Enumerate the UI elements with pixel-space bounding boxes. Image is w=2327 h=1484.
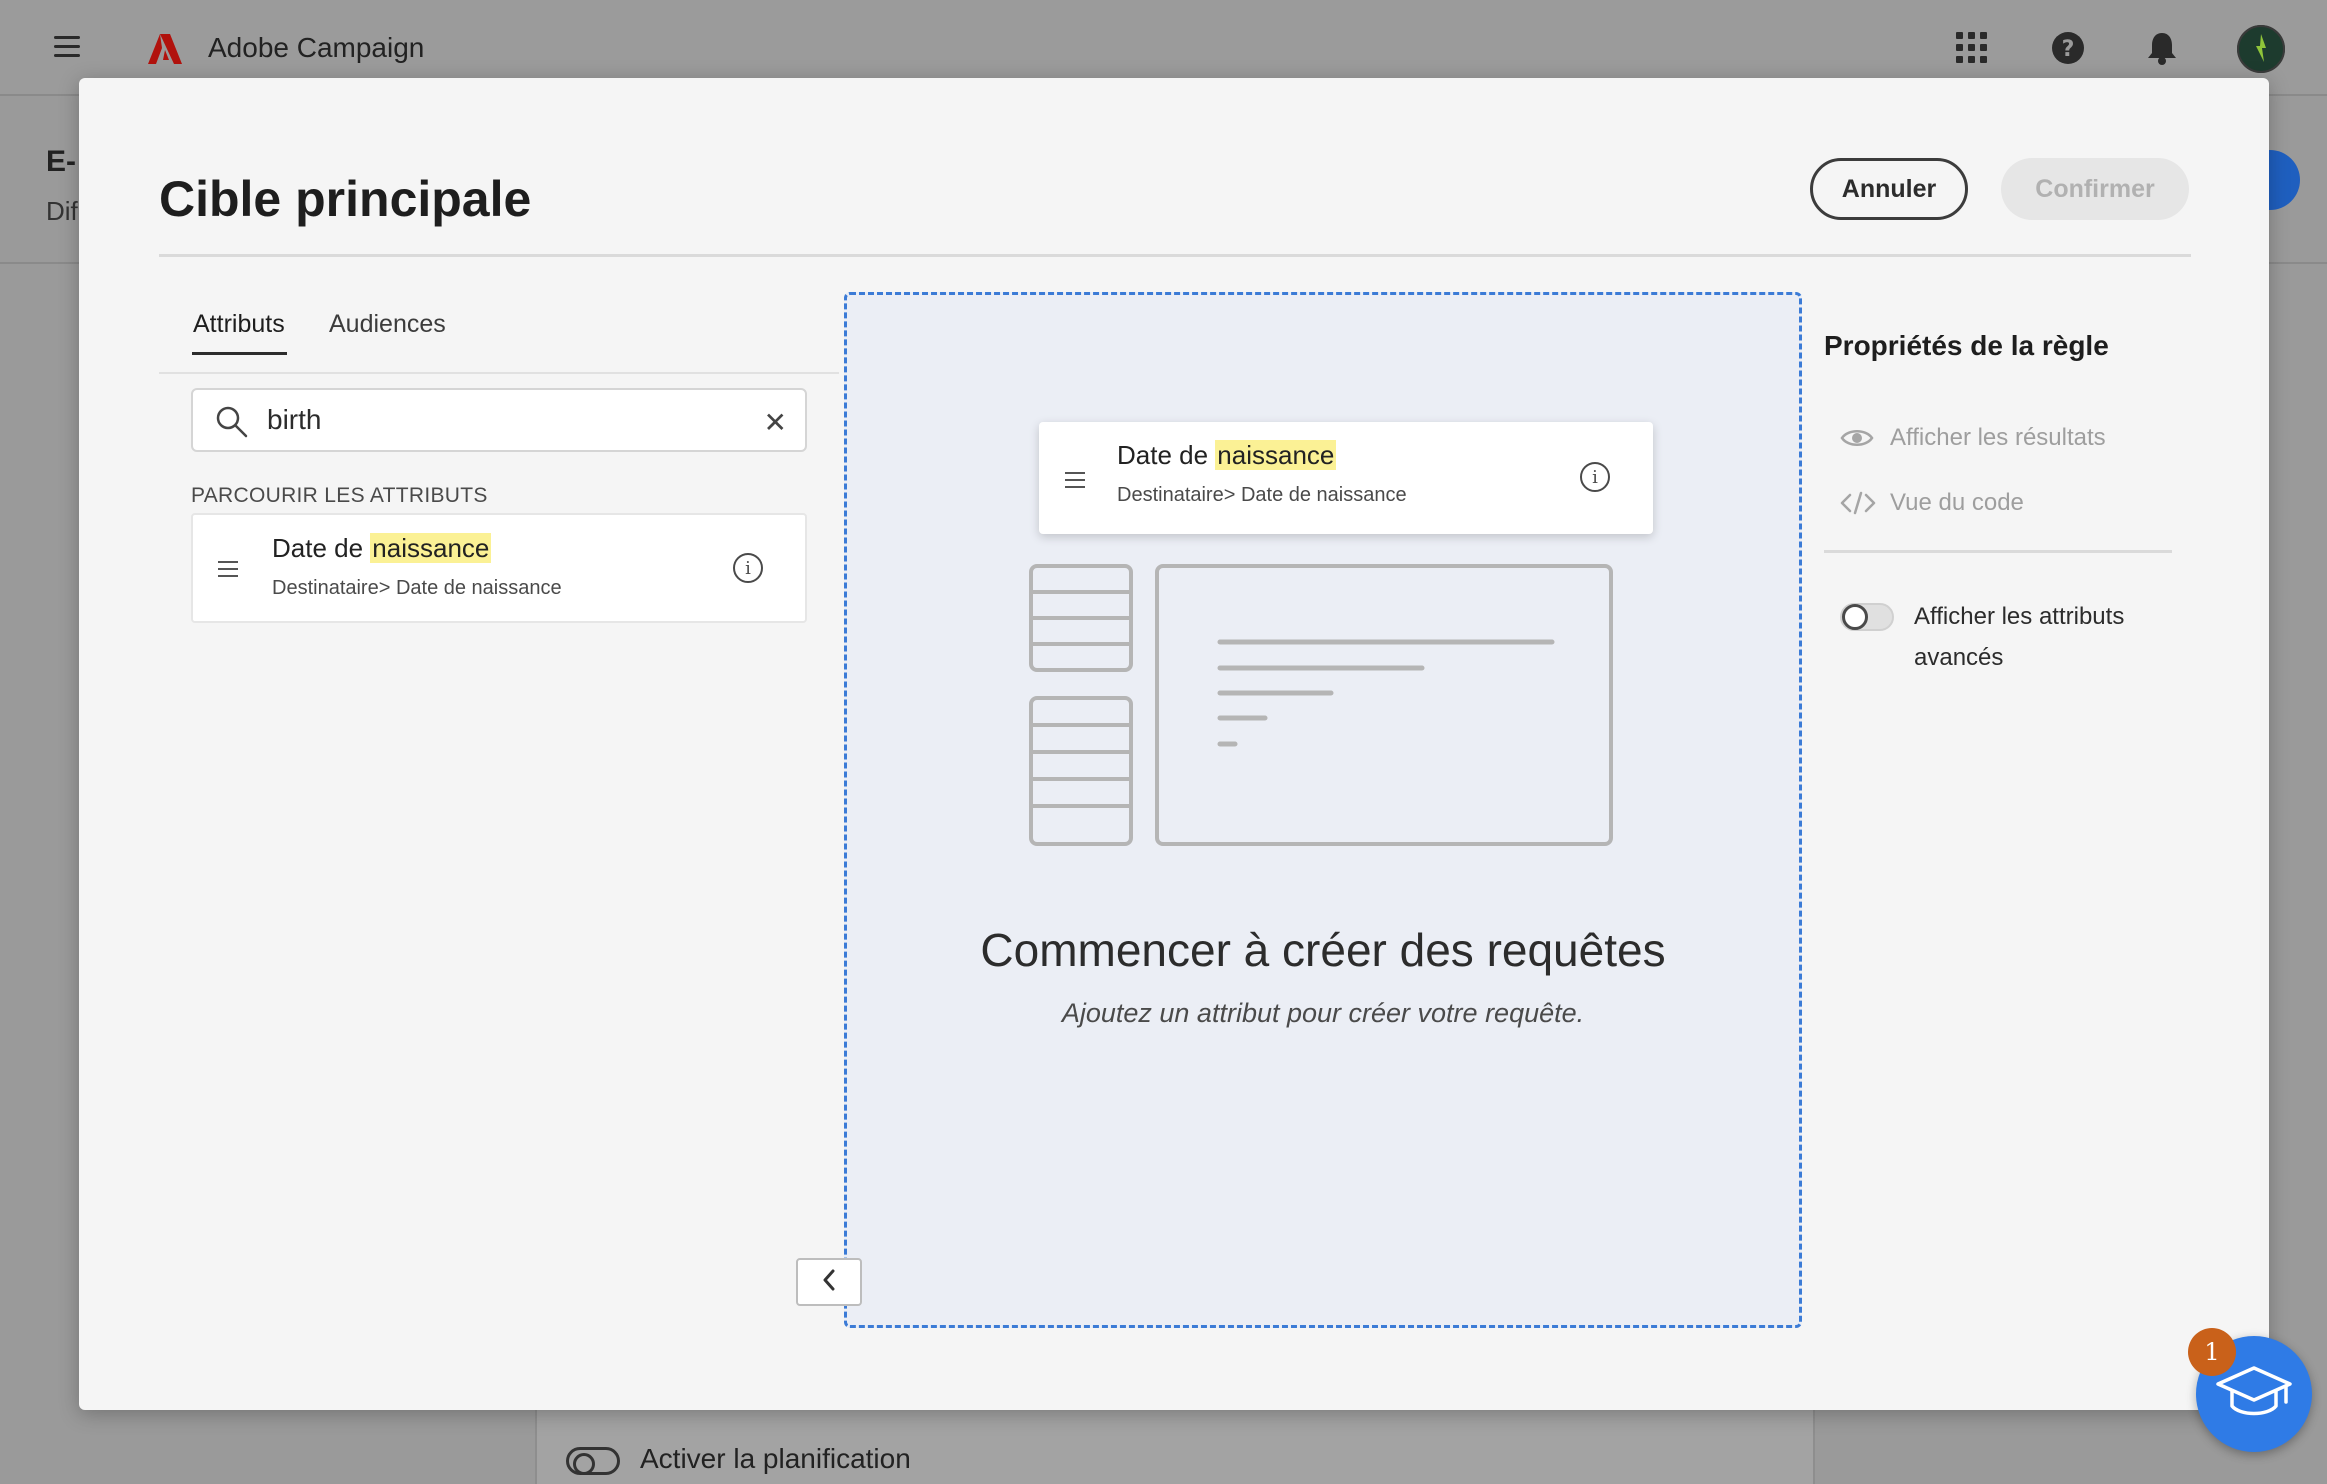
adobe-logo-icon xyxy=(148,34,182,69)
search-icon xyxy=(215,405,249,444)
eye-icon xyxy=(1840,427,1876,449)
attribute-title: Date de naissance xyxy=(272,533,492,564)
avatar[interactable] xyxy=(2236,24,2286,74)
attribute-title-highlight: naissance xyxy=(370,533,492,563)
bell-icon[interactable] xyxy=(2142,28,2182,68)
clear-search-icon[interactable]: ✕ xyxy=(764,406,787,439)
show-results-button[interactable]: Afficher les résultats xyxy=(1840,424,2106,452)
search-input[interactable]: birth xyxy=(267,404,321,436)
app-title: Adobe Campaign xyxy=(208,32,425,63)
empty-state-subtitle: Ajoutez un attribut pour créer votre req… xyxy=(1061,998,1585,1028)
schedule-toggle xyxy=(566,1447,620,1475)
dialog-title: Cible principale xyxy=(159,171,532,227)
dragged-title-prefix: Date de xyxy=(1117,440,1216,470)
cancel-button[interactable]: Annuler xyxy=(1810,158,1968,220)
apps-grid-icon[interactable] xyxy=(1952,28,1992,68)
drag-handle-icon[interactable] xyxy=(1065,472,1085,493)
rule-properties-title: Propriétés de la règle xyxy=(1824,330,2109,361)
dragged-attribute-title: Date de naissance xyxy=(1117,440,1337,471)
attribute-title-prefix: Date de xyxy=(272,533,371,563)
tab-attributes[interactable]: Attributs xyxy=(193,310,285,339)
tab-audiences[interactable]: Audiences xyxy=(329,310,446,339)
dragged-attribute-card[interactable]: Date de naissance Destinataire> Date de … xyxy=(1039,422,1653,534)
advanced-attributes-label: Afficher les attributs avancés xyxy=(1914,603,2125,671)
attribute-tabs: Attributs Audiences xyxy=(159,298,839,374)
browse-attributes-label: PARCOURIR LES ATTRIBUTS xyxy=(191,484,488,507)
advanced-attributes-toggle[interactable] xyxy=(1840,603,1894,631)
code-view-label: Vue du code xyxy=(1890,489,2024,516)
code-view-button[interactable]: Vue du code xyxy=(1840,489,2024,517)
info-icon[interactable]: i xyxy=(1580,462,1610,492)
dragged-title-highlight: naissance xyxy=(1215,440,1337,470)
code-icon xyxy=(1840,491,1876,515)
background-page-subtitle: Dif xyxy=(46,196,78,226)
info-icon[interactable]: i xyxy=(733,553,763,583)
dragged-attribute-path: Destinataire> Date de naissance xyxy=(1117,484,1407,506)
schedule-toggle-label: Activer la planification xyxy=(640,1443,911,1474)
drag-handle-icon[interactable] xyxy=(218,561,238,582)
graduation-cap-icon xyxy=(2216,1364,2292,1425)
chevron-left-icon xyxy=(821,1269,837,1296)
header-divider xyxy=(159,254,2191,257)
background-page-title: E- xyxy=(46,145,76,178)
attribute-path: Destinataire> Date de naissance xyxy=(272,577,562,599)
show-results-label: Afficher les résultats xyxy=(1890,424,2106,451)
attribute-item-birthdate[interactable]: Date de naissance Destinataire> Date de … xyxy=(191,513,807,623)
empty-state-title: Commencer à créer des requêtes xyxy=(980,924,1666,976)
notification-badge: 1 xyxy=(2188,1328,2236,1376)
collapse-panel-button[interactable] xyxy=(796,1258,862,1306)
attribute-search[interactable]: birth ✕ xyxy=(191,388,807,452)
help-icon[interactable]: ? xyxy=(2048,28,2088,68)
active-tab-indicator xyxy=(192,352,287,355)
svg-text:?: ? xyxy=(2062,37,2075,62)
hamburger-icon[interactable] xyxy=(54,36,80,58)
properties-divider xyxy=(1824,550,2172,553)
empty-query-illustration xyxy=(1029,564,1614,851)
confirm-button[interactable]: Confirmer xyxy=(2001,158,2189,220)
